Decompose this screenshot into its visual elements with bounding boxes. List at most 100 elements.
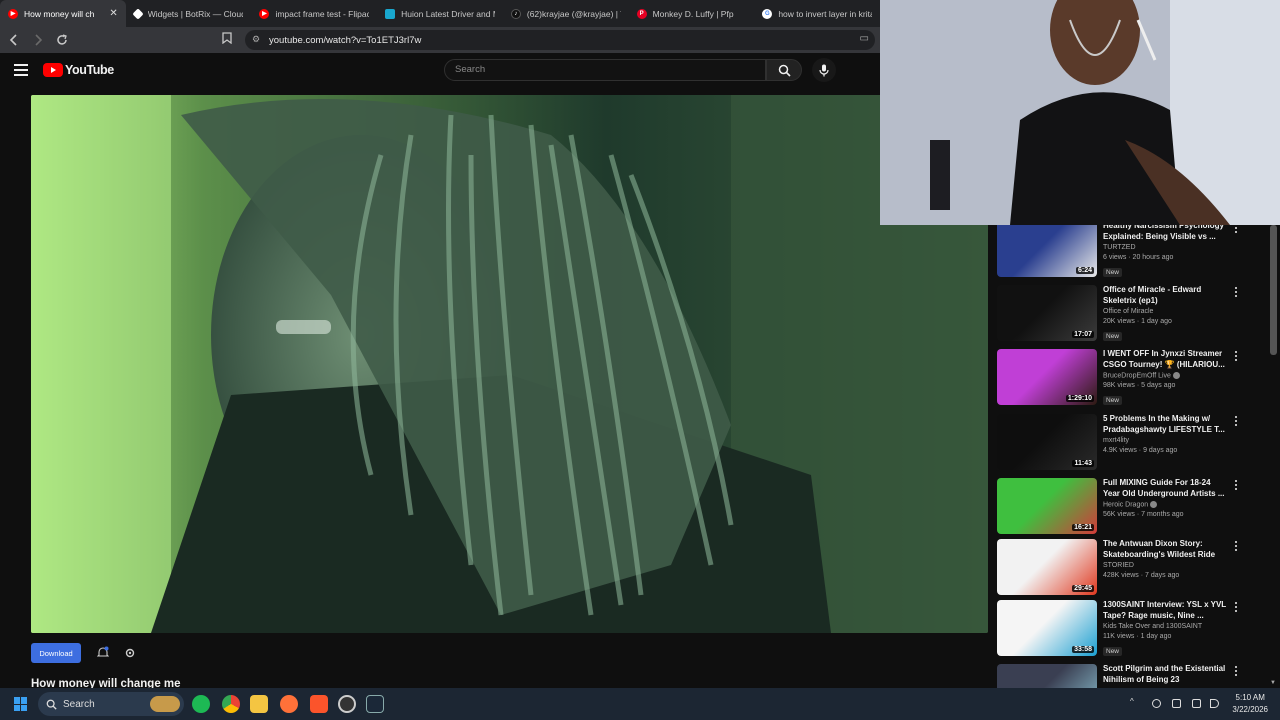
mic-button[interactable]: [812, 58, 836, 82]
menu-icon[interactable]: [14, 64, 28, 76]
windows-start-icon[interactable]: [14, 697, 28, 711]
back-icon[interactable]: [4, 30, 24, 50]
search-input[interactable]: Search: [444, 59, 766, 81]
recommendation-item[interactable]: 16:21 Full MIXING Guide For 18-24 Year Ol…: [997, 478, 1267, 538]
spotify-icon[interactable]: [192, 695, 210, 713]
video-duration: 33:58: [1072, 646, 1094, 653]
tab-favicon-icon: ▶: [8, 8, 18, 19]
tray-pen-icon[interactable]: [1172, 699, 1181, 708]
recommendation-thumbnail[interactable]: 17:07: [997, 285, 1097, 341]
recommendation-meta: 428K views · 7 days ago: [1103, 572, 1180, 579]
close-tab-icon[interactable]: ✕: [109, 8, 117, 19]
new-badge: New: [1103, 268, 1123, 277]
tray-network-icon[interactable]: [1192, 699, 1201, 708]
recommendation-item[interactable]: 29:45 The Antwuan Dixon Story: Skateboard…: [997, 539, 1267, 599]
taskbar-search[interactable]: Search: [38, 692, 184, 716]
recommendation-channel[interactable]: BruceDropEmOff Live: [1103, 372, 1228, 379]
video-duration: 11:43: [1072, 460, 1094, 467]
sidebar-scrollbar[interactable]: [1270, 225, 1277, 355]
recommendation-title[interactable]: Healthy Narcissism Psychology Explained:…: [1103, 225, 1228, 242]
browser-tab[interactable]: Widgets | BotRix — Cloud: [126, 0, 252, 27]
youtube-logo[interactable]: YouTube: [43, 63, 114, 77]
recommendation-title[interactable]: Scott Pilgrim and the Existential Nihili…: [1103, 664, 1228, 685]
more-options-icon[interactable]: [1233, 351, 1239, 363]
scroll-down-icon[interactable]: ▼: [1270, 680, 1276, 686]
recommendation-channel[interactable]: STORIED: [1103, 562, 1228, 569]
recommendation-channel[interactable]: TURTZED: [1103, 244, 1228, 251]
reload-icon[interactable]: [52, 30, 72, 50]
video-duration: 17:07: [1072, 331, 1094, 338]
video-duration: 16:21: [1072, 524, 1094, 531]
brave-icon[interactable]: [310, 695, 328, 713]
gear-icon[interactable]: [124, 646, 136, 664]
recommendation-channel[interactable]: Heroic Dragon: [1103, 501, 1228, 508]
recommendation-meta: 6 views · 20 hours ago: [1103, 254, 1174, 261]
cast-icon[interactable]: ▭: [860, 33, 869, 44]
recommendation-info: 1300SAINT Interview: YSL x YVL Tape? Rag…: [1103, 600, 1228, 658]
recommendation-title[interactable]: The Antwuan Dixon Story: Skateboarding's…: [1103, 539, 1228, 560]
more-options-icon[interactable]: [1233, 480, 1239, 492]
recommendation-thumbnail[interactable]: 16:21: [997, 478, 1097, 534]
browser-tab[interactable]: ♪ (62)krayjae (@krayjae) | Ti: [503, 0, 629, 27]
taskbar-clock[interactable]: 5:10 AM 3/22/2026: [1232, 692, 1268, 716]
tab-title: (62)krayjae (@krayjae) | Ti: [526, 8, 621, 19]
more-options-icon[interactable]: [1233, 287, 1239, 299]
obs-icon[interactable]: [338, 695, 356, 713]
recommendation-title[interactable]: 5 Problems In the Making w/ Pradabagshaw…: [1103, 414, 1228, 435]
browser-tab[interactable]: G how to invert layer in krita: [754, 0, 880, 27]
site-info-icon[interactable]: ⚙: [252, 34, 260, 45]
more-options-icon[interactable]: [1233, 225, 1239, 235]
tab-favicon-icon: P: [636, 8, 647, 19]
address-bar[interactable]: ⚙ youtube.com/watch?v=To1ETJ3rl7w ▭: [245, 30, 875, 50]
firefox-icon[interactable]: [280, 695, 298, 713]
recommendation-item[interactable]: 1:29:10 I WENT OFF In Jynxzi Streamer CSG…: [997, 349, 1267, 409]
chrome-icon[interactable]: [222, 695, 240, 713]
recommendation-channel[interactable]: Kids Take Over and 1300SAINT: [1103, 623, 1228, 630]
recommendation-thumbnail[interactable]: 33:58: [997, 600, 1097, 656]
recommendation-item[interactable]: 17:07 Office of Miracle - Edward Skeletri…: [997, 285, 1267, 345]
clock-date: 3/22/2026: [1232, 705, 1268, 714]
tray-volume-icon[interactable]: [1210, 699, 1219, 708]
recommendation-item[interactable]: 11:43 5 Problems In the Making w/ Pradaba…: [997, 414, 1267, 474]
more-options-icon[interactable]: [1233, 602, 1239, 614]
browser-tab[interactable]: ▶ impact frame test - Flipacl: [251, 0, 377, 27]
recommendation-item[interactable]: 33:58 1300SAINT Interview: YSL x YVL Tape…: [997, 600, 1267, 660]
browser-tab[interactable]: ▶ How money will ch ✕: [0, 0, 126, 27]
more-options-icon[interactable]: [1233, 541, 1239, 553]
recommendation-thumbnail[interactable]: 1:29:10: [997, 349, 1097, 405]
recommendation-title[interactable]: Office of Miracle - Edward Skeletrix (ep…: [1103, 285, 1228, 306]
tray-mic-icon[interactable]: [1152, 699, 1161, 708]
more-options-icon[interactable]: [1233, 416, 1239, 428]
recommendation-channel[interactable]: Office of Miracle: [1103, 308, 1228, 315]
browser-tab[interactable]: P Monkey D. Luffy | Pfp: [629, 0, 755, 27]
recommendation-thumbnail[interactable]: 29:45: [997, 539, 1097, 595]
recommendation-thumbnail[interactable]: [997, 664, 1097, 688]
recommendation-title[interactable]: Full MIXING Guide For 18-24 Year Old Und…: [1103, 478, 1228, 499]
recommendation-meta: 98K views · 5 days ago: [1103, 382, 1176, 390]
browser-toolbar: ⚙ youtube.com/watch?v=To1ETJ3rl7w ▭: [0, 27, 880, 53]
channel-name: STORIED: [1103, 562, 1134, 569]
bookmark-icon[interactable]: [222, 32, 232, 47]
recommendation-channel[interactable]: mxrt4lity: [1103, 437, 1228, 444]
tab-title: Widgets | BotRix — Cloud: [147, 8, 244, 19]
tab-favicon-icon: ▶: [259, 8, 270, 19]
more-options-icon[interactable]: [1233, 666, 1239, 678]
recommendation-title[interactable]: 1300SAINT Interview: YSL x YVL Tape? Rag…: [1103, 600, 1228, 621]
browser-tab[interactable]: Huion Latest Driver and M: [377, 0, 503, 27]
steam-icon[interactable]: [366, 695, 384, 713]
recommendation-item[interactable]: 6:24 Healthy Narcissism Psychology Explai…: [997, 225, 1267, 281]
video-player[interactable]: [31, 95, 988, 633]
recommendation-thumbnail[interactable]: 6:24: [997, 225, 1097, 277]
bell-icon[interactable]: [96, 646, 110, 664]
file-explorer-icon[interactable]: [250, 695, 268, 713]
new-badge: New: [1103, 647, 1123, 656]
download-button[interactable]: Download: [31, 643, 81, 663]
tray-chevron-icon[interactable]: ^: [1130, 697, 1139, 706]
search-icon: [778, 64, 791, 77]
recommendation-thumbnail[interactable]: 11:43: [997, 414, 1097, 470]
recommendation-info: 5 Problems In the Making w/ Pradabagshaw…: [1103, 414, 1228, 454]
search-button[interactable]: [766, 59, 802, 81]
recommendation-title[interactable]: I WENT OFF In Jynxzi Streamer CSGO Tourn…: [1103, 349, 1228, 370]
recommendation-item[interactable]: Scott Pilgrim and the Existential Nihili…: [997, 664, 1267, 688]
forward-icon[interactable]: [28, 30, 48, 50]
